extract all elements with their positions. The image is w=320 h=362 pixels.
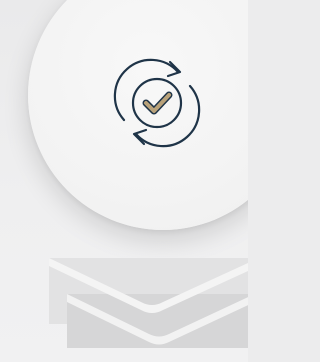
envelope-icon <box>49 258 248 348</box>
sync-check-icon <box>113 58 201 148</box>
envelope-flap <box>49 258 248 345</box>
illustration-stage <box>0 0 248 362</box>
